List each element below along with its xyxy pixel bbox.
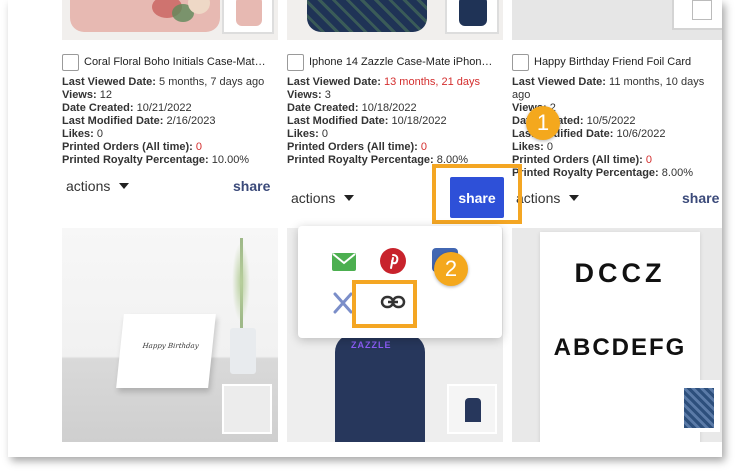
product-thumbnail[interactable] — [287, 0, 503, 40]
printed-orders-label: Printed Orders (All time): — [62, 141, 193, 153]
product-stats: Last Viewed Date: 13 months, 21 days Vie… — [287, 76, 503, 167]
share-link[interactable]: share — [682, 190, 719, 206]
select-checkbox[interactable] — [62, 53, 79, 71]
date-created-label: Date Created: — [287, 102, 359, 114]
card-text: Happy Birthday — [142, 342, 200, 350]
phone-case-image — [70, 0, 220, 32]
likes-label: Likes: — [62, 128, 94, 140]
printed-orders-label: Printed Orders (All time): — [512, 154, 643, 166]
actions-label: actions — [291, 190, 336, 206]
tshirt-print: ZAZZLE — [351, 340, 392, 350]
last-viewed-value: 13 months, 21 days — [384, 76, 481, 88]
highlight-box-copy-link — [352, 280, 417, 328]
product-photo-letter-card[interactable]: DCCZ ABCDEFG — [512, 228, 722, 442]
chevron-down-icon — [344, 195, 355, 201]
last-viewed-value: 11 months, 10 days — [609, 76, 705, 88]
email-icon — [332, 253, 356, 271]
product-grid: Coral Floral Boho Initials Case-Mat… Las… — [8, 0, 722, 457]
last-modified-label: Last Modified Date: — [287, 115, 389, 127]
chevron-down-icon — [569, 195, 580, 201]
views-value: 12 — [99, 89, 112, 101]
last-viewed-label: Last Viewed Date: — [287, 76, 381, 88]
date-created-value: 10/18/2022 — [361, 102, 417, 114]
likes-label: Likes: — [287, 128, 319, 140]
date-created-label: Date Created: — [62, 102, 134, 114]
actions-dropdown[interactable]: actions — [66, 178, 130, 194]
last-modified-label: Last Modified Date: — [62, 115, 164, 127]
product-title[interactable]: Happy Birthday Friend Foil Card — [534, 56, 691, 68]
product-title[interactable]: Coral Floral Boho Initials Case-Mat… — [84, 56, 266, 68]
views-label: Views: — [62, 89, 97, 101]
printed-orders-value: 0 — [420, 141, 427, 153]
pinterest-share-button[interactable] — [380, 248, 406, 274]
email-share-button[interactable] — [332, 252, 356, 272]
chevron-down-icon — [119, 183, 130, 189]
x-share-button[interactable] — [332, 292, 354, 314]
royalty-label: Printed Royalty Percentage: — [62, 154, 209, 166]
actions-label: actions — [516, 190, 561, 206]
date-created-value: 10/21/2022 — [136, 102, 192, 114]
last-modified-value: 2/16/2023 — [166, 115, 216, 127]
royalty-value: 8.00% — [661, 167, 693, 179]
x-twitter-icon — [333, 292, 353, 314]
last-viewed-label: Last Viewed Date: — [512, 76, 606, 88]
preview-image — [445, 0, 499, 34]
select-checkbox[interactable] — [512, 53, 529, 71]
preview-image — [447, 384, 497, 434]
card-line-1: DCCZ — [574, 258, 666, 288]
last-modified-value: 10/6/2022 — [616, 128, 666, 140]
likes-value: 0 — [546, 141, 553, 153]
printed-orders-value: 0 — [645, 154, 652, 166]
date-created-value: 10/5/2022 — [586, 115, 636, 127]
views-label: Views: — [287, 89, 322, 101]
product-thumbnail[interactable] — [62, 0, 278, 40]
preview-image — [222, 0, 274, 34]
likes-value: 0 — [96, 128, 103, 140]
last-modified-value: 10/18/2022 — [391, 115, 447, 127]
card-line-2: ABCDEFG — [553, 334, 687, 361]
printed-orders-value: 0 — [195, 141, 202, 153]
royalty-value: 10.00% — [211, 154, 250, 166]
actions-dropdown[interactable]: actions — [291, 190, 355, 206]
printed-orders-label: Printed Orders (All time): — [287, 141, 418, 153]
likes-label: Likes: — [512, 141, 544, 153]
card-mockup: Happy Birthday — [116, 314, 216, 388]
likes-value: 0 — [321, 128, 328, 140]
last-viewed-label: Last Viewed Date: — [62, 76, 156, 88]
phone-case-image — [307, 0, 427, 32]
highlight-box-share — [432, 164, 522, 224]
actions-label: actions — [66, 178, 111, 194]
views-value: 3 — [324, 89, 331, 101]
preview-image — [672, 0, 722, 30]
actions-dropdown[interactable]: actions — [516, 190, 580, 206]
last-viewed-value: 5 months, 7 days ago — [159, 76, 265, 88]
royalty-label: Printed Royalty Percentage: — [287, 154, 434, 166]
pinterest-icon — [380, 248, 406, 274]
select-checkbox[interactable] — [287, 53, 304, 71]
preview-image — [222, 384, 272, 434]
royalty-label: Printed Royalty Percentage: — [512, 167, 659, 179]
step-badge-2: 2 — [434, 252, 468, 286]
share-link[interactable]: share — [233, 178, 270, 194]
preview-image — [676, 380, 720, 432]
step-badge-1: 1 — [526, 106, 560, 140]
product-stats: Last Viewed Date: 5 months, 7 days ago V… — [62, 76, 278, 167]
last-viewed-suffix: ago — [512, 89, 531, 101]
product-photo-birthday-card[interactable]: Happy Birthday — [62, 228, 278, 442]
product-title[interactable]: Iphone 14 Zazzle Case-Mate iPhon… — [309, 56, 492, 68]
tshirt-image: ZAZZLE — [335, 334, 425, 442]
product-thumbnail[interactable] — [512, 0, 722, 40]
